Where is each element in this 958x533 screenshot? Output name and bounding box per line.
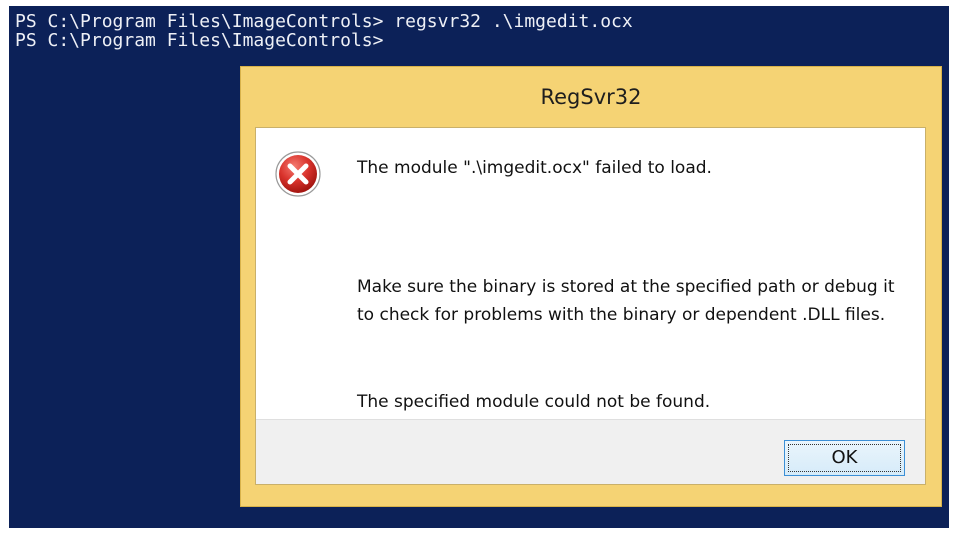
error-message-detail: Make sure the binary is stored at the sp… — [357, 277, 895, 325]
ok-button-label: OK — [831, 447, 858, 468]
error-message-primary: The module ".\imgedit.ocx" failed to loa… — [357, 158, 712, 178]
console-command-line: PS C:\Program Files\ImageControls> regsv… — [15, 11, 633, 32]
dialog-content: The module ".\imgedit.ocx" failed to loa… — [255, 127, 926, 485]
console-prompt-line: PS C:\Program Files\ImageControls> — [15, 30, 384, 51]
ok-button[interactable]: OK — [784, 440, 905, 476]
dialog-button-bar: OK — [256, 419, 925, 484]
error-message-reason: The specified module could not be found. — [357, 392, 711, 412]
regsvr32-dialog: RegSvr32 The module ".\imgedit.ocx" fail… — [240, 66, 942, 507]
dialog-title: RegSvr32 — [540, 85, 642, 109]
error-icon — [275, 151, 321, 197]
